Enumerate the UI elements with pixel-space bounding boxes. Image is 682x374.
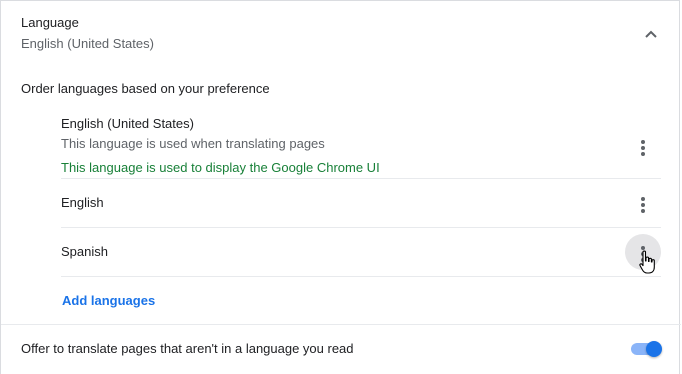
language-name: Spanish	[61, 244, 108, 259]
add-languages-button[interactable]: Add languages	[62, 292, 155, 310]
divider	[61, 178, 661, 179]
chevron-up-icon[interactable]	[641, 25, 661, 45]
language-name: English	[61, 195, 104, 210]
section-title: Language	[21, 15, 79, 30]
language-note-translate: This language is used when translating p…	[61, 136, 325, 151]
more-actions-button[interactable]	[625, 128, 661, 164]
offer-translate-toggle[interactable]	[629, 339, 665, 359]
more-actions-button[interactable]	[625, 185, 661, 221]
offer-translate-label: Offer to translate pages that aren't in …	[21, 341, 354, 356]
language-name: English (United States)	[61, 116, 194, 131]
section-subtitle: English (United States)	[21, 36, 154, 51]
language-settings-card: Language English (United States) Order l…	[0, 0, 681, 374]
language-row: English (United States) This language is…	[61, 109, 661, 177]
divider	[61, 227, 661, 228]
divider	[1, 324, 681, 325]
language-section-header[interactable]: Language English (United States)	[1, 1, 681, 65]
toggle-knob	[646, 341, 662, 357]
more-vert-icon	[641, 140, 645, 158]
divider	[61, 276, 661, 277]
order-languages-label: Order languages based on your preference	[21, 81, 270, 96]
more-vert-icon	[641, 197, 645, 215]
language-note-ui: This language is used to display the Goo…	[61, 160, 380, 175]
hand-pointer-icon	[638, 250, 658, 276]
